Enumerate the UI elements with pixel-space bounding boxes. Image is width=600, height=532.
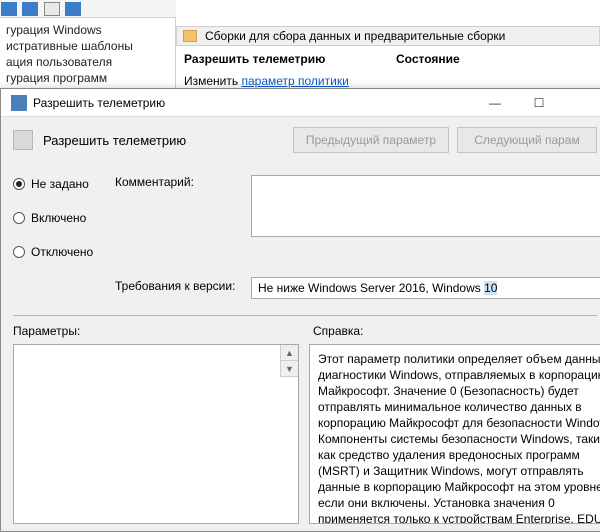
edit-link-line: Изменить параметр политики xyxy=(184,74,384,88)
folder-header: Сборки для сбора данных и предварительны… xyxy=(176,26,600,46)
dialog-titlebar: Разрешить телеметрию — ☐ xyxy=(1,89,600,117)
comment-label: Комментарий: xyxy=(115,175,245,189)
toolbar-icon[interactable] xyxy=(22,2,38,16)
close-button[interactable] xyxy=(561,90,600,116)
radio-not-configured[interactable]: Не задано xyxy=(13,175,109,193)
separator xyxy=(13,315,597,316)
radio-enabled[interactable]: Включено xyxy=(13,209,109,227)
minimize-button[interactable]: — xyxy=(473,90,517,116)
scroll-down-icon[interactable]: ▼ xyxy=(280,361,298,377)
options-pane[interactable]: ▲ ▼ xyxy=(13,344,299,524)
setting-name-heading: Разрешить телеметрию xyxy=(184,52,384,66)
help-pane[interactable]: Этот параметр политики определяет объем … xyxy=(309,344,600,524)
radio-dot-icon xyxy=(13,212,25,224)
nav-item[interactable]: истративные шаблоны xyxy=(6,38,169,54)
state-heading: Состояние xyxy=(396,52,592,66)
nav-item[interactable]: ация пользователя xyxy=(6,54,169,70)
toolbar-icon[interactable] xyxy=(44,2,60,16)
nav-tree[interactable]: гурация Windows истративные шаблоны ация… xyxy=(0,18,176,98)
dialog-icon xyxy=(11,95,27,111)
scroll-up-icon[interactable]: ▲ xyxy=(280,345,298,361)
options-label: Параметры: xyxy=(13,324,313,338)
comment-textarea[interactable] xyxy=(251,175,600,237)
nav-item[interactable]: гурация программ xyxy=(6,70,169,86)
bg-toolbar xyxy=(0,0,176,18)
supported-textbox[interactable]: Не ниже Windows Server 2016, Windows 10 xyxy=(251,277,600,299)
help-text: Этот параметр политики определяет объем … xyxy=(318,352,600,524)
dialog-title: Разрешить телеметрию xyxy=(33,96,473,110)
edit-policy-link[interactable]: параметр политики xyxy=(241,74,348,88)
toolbar-icon[interactable] xyxy=(65,2,81,16)
toolbar-icon[interactable] xyxy=(1,2,17,16)
policy-header-title: Разрешить телеметрию xyxy=(43,133,186,148)
previous-setting-button[interactable]: Предыдущий параметр xyxy=(293,127,449,153)
folder-title: Сборки для сбора данных и предварительны… xyxy=(205,29,505,43)
next-setting-button[interactable]: Следующий парам xyxy=(457,127,597,153)
maximize-button[interactable]: ☐ xyxy=(517,90,561,116)
policy-header-icon xyxy=(13,130,33,150)
help-label: Справка: xyxy=(313,324,597,338)
supported-label: Требования к версии: xyxy=(115,279,245,293)
radio-disabled[interactable]: Отключено xyxy=(13,243,109,261)
radio-dot-icon xyxy=(13,246,25,258)
policy-dialog: Разрешить телеметрию — ☐ Разрешить телем… xyxy=(0,88,600,532)
radio-dot-icon xyxy=(13,178,25,190)
folder-icon xyxy=(183,30,197,42)
nav-item[interactable]: гурация Windows xyxy=(6,22,169,38)
